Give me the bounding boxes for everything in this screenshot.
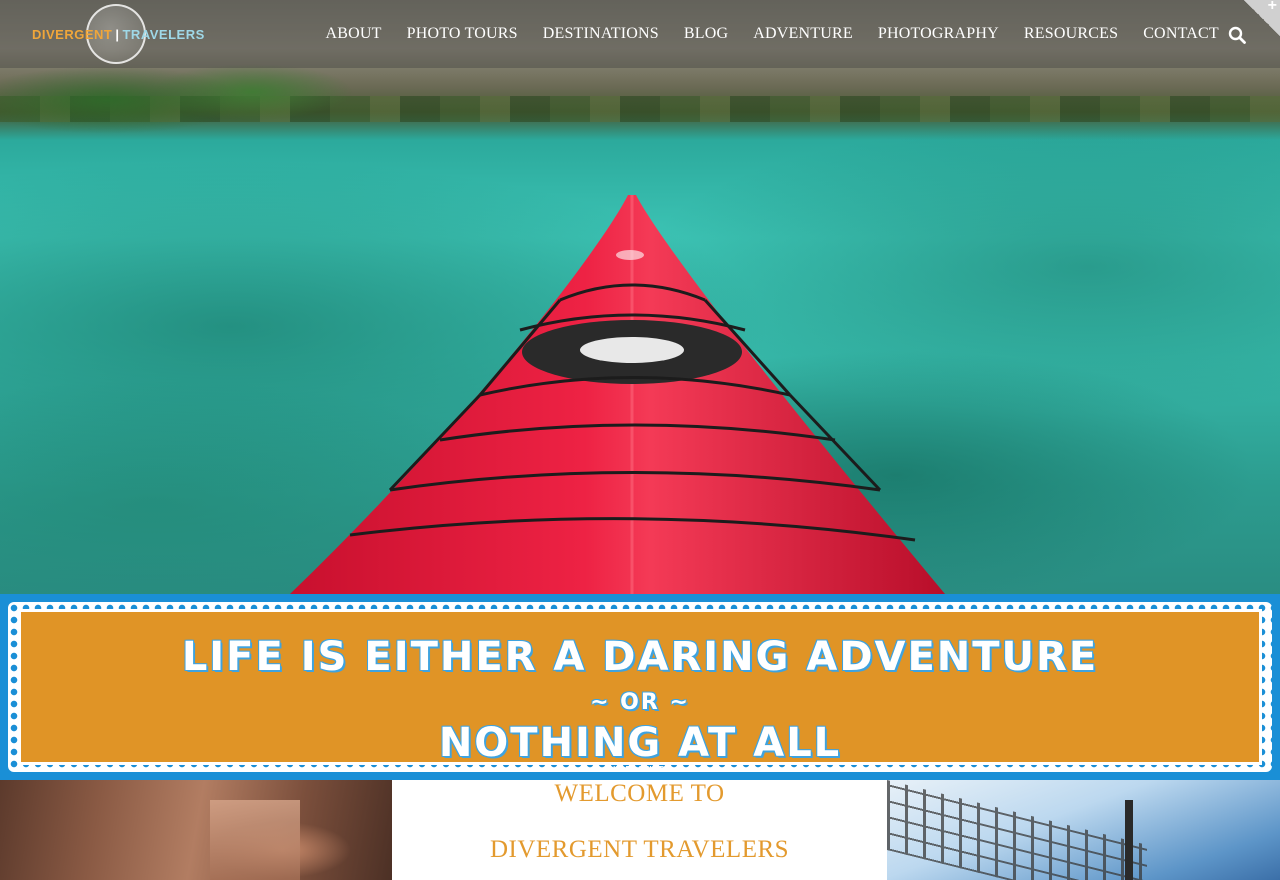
logo-text-right: TRAVELERS (122, 26, 205, 42)
banner-stamp-border: LIFE IS EITHER A DARING ADVENTURE ~ OR ~… (8, 602, 1272, 773)
logo-text-left: DIVERGENT (32, 26, 113, 42)
top-navigation: DIVERGENT | TRAVELERS ABOUT PHOTO TOURS DE… (0, 0, 1280, 68)
hero-image (0, 0, 1280, 594)
welcome-section: WELCOME TO DIVERGENT TRAVELERS (0, 780, 1280, 880)
quote-banner: LIFE IS EITHER A DARING ADVENTURE ~ OR ~… (0, 594, 1280, 780)
logo-text: DIVERGENT | TRAVELERS (32, 27, 205, 42)
menu-item-photography[interactable]: PHOTOGRAPHY (865, 25, 1011, 43)
logo-separator: | (115, 26, 120, 42)
petra-photo (0, 780, 392, 880)
quote-line-1: LIFE IS EITHER A DARING ADVENTURE (181, 634, 1099, 680)
menu-item-destinations[interactable]: DESTINATIONS (530, 25, 671, 43)
menu-item-adventure[interactable]: ADVENTURE (741, 25, 866, 43)
menu-item-about[interactable]: ABOUT (313, 25, 394, 43)
quote-line-3: NOTHING AT ALL (438, 720, 842, 766)
kayak-illustration (290, 195, 945, 594)
welcome-heading: WELCOME TO DIVERGENT TRAVELERS (392, 780, 887, 880)
banner-card: LIFE IS EITHER A DARING ADVENTURE ~ OR ~… (18, 609, 1262, 773)
menu-item-contact[interactable]: CONTACT (1131, 25, 1232, 43)
site-logo[interactable]: DIVERGENT | TRAVELERS (32, 4, 204, 64)
sliding-bar-toggle[interactable]: + (1244, 0, 1280, 36)
quote-attribution: HELEN KELLER (610, 766, 670, 773)
quote-line-2: ~ OR ~ (590, 690, 690, 715)
welcome-line-1: WELCOME TO (554, 780, 725, 807)
menu-item-blog[interactable]: BLOG (671, 25, 740, 43)
plus-icon: + (1267, 0, 1277, 14)
menu-item-photo-tours[interactable]: PHOTO TOURS (394, 25, 530, 43)
structure-photo (887, 780, 1280, 880)
menu-item-resources[interactable]: RESOURCES (1011, 25, 1130, 43)
main-menu: ABOUT PHOTO TOURS DESTINATIONS BLOG ADVE… (313, 0, 1231, 68)
welcome-line-2: DIVERGENT TRAVELERS (489, 836, 790, 863)
